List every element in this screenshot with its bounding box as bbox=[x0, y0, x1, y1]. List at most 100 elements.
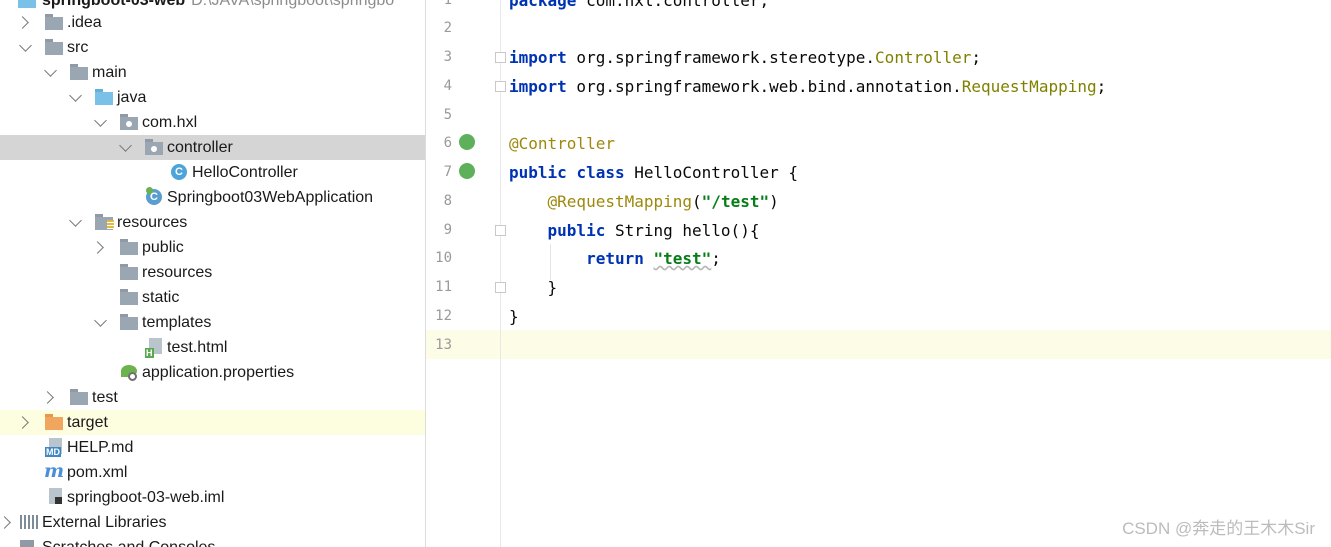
tree-item-label: src bbox=[67, 38, 89, 56]
tree-row-controller[interactable]: controller bbox=[0, 135, 425, 160]
html-badge-icon: H bbox=[145, 348, 154, 358]
code-line-10: return "test"; bbox=[509, 244, 721, 273]
keyword: return bbox=[586, 249, 644, 268]
class-icon: C bbox=[171, 164, 187, 180]
line-number: 5 bbox=[443, 107, 452, 123]
code-line-9: public String hello(){ bbox=[509, 216, 760, 245]
tree-row-java[interactable]: java bbox=[0, 85, 425, 110]
chevron-right-icon[interactable] bbox=[41, 391, 54, 404]
tree-row-pom[interactable]: m pom.xml bbox=[0, 460, 425, 485]
chevron-right-icon[interactable] bbox=[91, 241, 104, 254]
line-number: 2 bbox=[443, 20, 452, 36]
line-number: 9 bbox=[443, 222, 452, 238]
folder-icon bbox=[120, 239, 138, 255]
tree-item-label: resources bbox=[117, 213, 188, 231]
source-folder-icon bbox=[95, 89, 113, 105]
spring-bean-class-gutter-icon[interactable] bbox=[459, 163, 475, 179]
chevron-down-icon[interactable] bbox=[19, 39, 32, 52]
tree-item-label: public bbox=[142, 238, 184, 256]
excluded-folder-icon bbox=[45, 414, 63, 430]
line-number: 4 bbox=[443, 78, 452, 94]
chevron-down-icon[interactable] bbox=[69, 214, 82, 227]
tree-row-external-libraries[interactable]: External Libraries bbox=[0, 510, 425, 535]
tree-row-public[interactable]: public bbox=[0, 235, 425, 260]
tree-root-path: D:\JAVA\springboot\springbo bbox=[191, 0, 395, 9]
class-reference: RequestMapping bbox=[961, 77, 1097, 96]
tree-item-label: static bbox=[142, 288, 180, 306]
tree-row-application-properties[interactable]: application.properties bbox=[0, 360, 425, 385]
tree-row-test-html[interactable]: H test.html bbox=[0, 335, 425, 360]
line-number: 1 bbox=[443, 0, 452, 8]
tree-row-static[interactable]: static bbox=[0, 285, 425, 310]
line-number: 6 bbox=[443, 135, 452, 151]
code-line-6: @Controller bbox=[509, 129, 615, 158]
project-tree-panel: springboot-03-web D:\JAVA\springboot\spri… bbox=[0, 0, 426, 547]
spring-bean-gutter-icon[interactable] bbox=[459, 134, 475, 150]
chevron-down-icon[interactable] bbox=[94, 114, 107, 127]
tree-item-label: java bbox=[117, 88, 147, 106]
code-line-12: } bbox=[509, 302, 519, 331]
class-reference: Controller bbox=[875, 48, 972, 67]
line-number: 13 bbox=[435, 337, 452, 353]
code-text: } bbox=[509, 278, 558, 297]
chevron-right-icon[interactable] bbox=[0, 516, 11, 529]
tree-item-label: application.properties bbox=[142, 363, 295, 381]
code-text: org.springframework.stereotype. bbox=[566, 48, 876, 67]
code-line-7: public class HelloController { bbox=[509, 158, 798, 187]
tree-row-hellocontroller[interactable]: C HelloController bbox=[0, 160, 425, 185]
code-line-11: } bbox=[509, 273, 558, 302]
keyword: import bbox=[509, 48, 567, 67]
tree-row-application[interactable]: C Springboot03WebApplication bbox=[0, 185, 425, 210]
tree-row-resources-sub[interactable]: resources bbox=[0, 260, 425, 285]
tree-item-label: HELP.md bbox=[67, 438, 134, 456]
chevron-down-icon[interactable] bbox=[69, 89, 82, 102]
tree-row-help-md[interactable]: MD HELP.md bbox=[0, 435, 425, 460]
folder-icon bbox=[45, 39, 63, 55]
gear-icon bbox=[128, 372, 137, 381]
keyword: class bbox=[576, 163, 625, 182]
string-literal: "/test" bbox=[701, 192, 770, 211]
folder-icon bbox=[120, 289, 138, 305]
tree-row-target[interactable]: target bbox=[0, 410, 425, 435]
tree-item-label: test bbox=[92, 388, 118, 406]
keyword: import bbox=[509, 77, 567, 96]
keyword: package bbox=[509, 0, 577, 10]
chevron-down-icon[interactable] bbox=[44, 64, 57, 77]
code-text: ) bbox=[769, 192, 779, 211]
folder-icon bbox=[70, 389, 88, 405]
code-editor[interactable]: package com.hxl.controller; import org.s… bbox=[501, 0, 1331, 547]
chevron-right-icon[interactable] bbox=[16, 416, 29, 429]
tree-row-test[interactable]: test bbox=[0, 385, 425, 410]
tree-row-iml[interactable]: springboot-03-web.iml bbox=[0, 485, 425, 510]
code-text: String hello(){ bbox=[605, 221, 760, 240]
string-literal: "test" bbox=[653, 249, 712, 268]
folder-icon bbox=[70, 64, 88, 80]
libraries-icon bbox=[20, 515, 38, 529]
tree-item-label: target bbox=[67, 413, 108, 431]
tree-row-templates[interactable]: templates bbox=[0, 310, 425, 335]
tree-row-src[interactable]: src bbox=[0, 35, 425, 60]
chevron-down-icon[interactable] bbox=[94, 314, 107, 327]
code-text: com.hxl.controller; bbox=[576, 0, 770, 10]
line-number: 7 bbox=[443, 164, 452, 180]
resources-marker-icon bbox=[107, 220, 114, 229]
tree-row-main[interactable]: main bbox=[0, 60, 425, 85]
tree-item-label: HelloController bbox=[192, 163, 298, 181]
annotation: @Controller bbox=[509, 134, 615, 153]
tree-row-package[interactable]: com.hxl bbox=[0, 110, 425, 135]
package-dot bbox=[126, 121, 132, 127]
folder-icon bbox=[45, 14, 63, 30]
chevron-down-icon[interactable] bbox=[119, 139, 132, 152]
watermark: CSDN @奔走的王木木Sir bbox=[1122, 519, 1315, 538]
tree-row-scratches[interactable]: Scratches and Consoles bbox=[0, 535, 425, 547]
code-line-3: import org.springframework.stereotype.Co… bbox=[509, 43, 981, 72]
line-number: 8 bbox=[443, 193, 452, 209]
code-text: } bbox=[509, 307, 519, 326]
maven-icon: m bbox=[44, 460, 65, 482]
chevron-right-icon[interactable] bbox=[16, 16, 29, 29]
tree-row-idea[interactable]: .idea bbox=[0, 10, 425, 35]
tree-row-resources[interactable]: resources bbox=[0, 210, 425, 235]
